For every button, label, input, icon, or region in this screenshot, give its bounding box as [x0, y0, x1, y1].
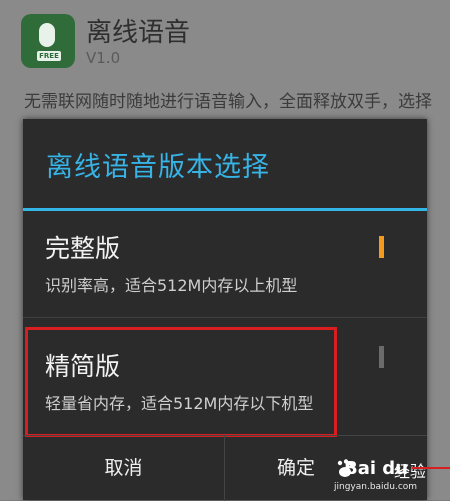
- unselected-indicator: [379, 346, 384, 368]
- option-description: 识别率高，适合512M内存以上机型: [45, 276, 298, 295]
- selected-indicator: [379, 236, 384, 258]
- red-annotation-line: [412, 467, 450, 469]
- free-badge: FREE: [37, 51, 61, 61]
- watermark-suffix: 经验: [394, 462, 427, 481]
- option-divider: [23, 317, 427, 318]
- option-full-version[interactable]: 完整版 识别率高，适合512M内存以上机型: [23, 213, 427, 318]
- option-name: 完整版: [45, 234, 121, 263]
- version-select-dialog: 离线语音版本选择 完整版 识别率高，适合512M内存以上机型 精简版 轻量省内存…: [23, 119, 427, 501]
- watermark-url: jingyan.baidu.com: [334, 482, 418, 492]
- dialog-title: 离线语音版本选择: [46, 152, 270, 183]
- app-version: V1.0: [86, 49, 121, 67]
- app-title: 离线语音: [86, 18, 191, 48]
- microphone-icon: [39, 23, 55, 47]
- title-divider: [23, 208, 427, 211]
- cancel-button[interactable]: 取消: [23, 436, 224, 501]
- app-icon: FREE: [21, 14, 75, 68]
- baidu-watermark: Bai du 经验 jingyan.baidu.com: [334, 450, 450, 498]
- highlight-annotation-box: [25, 327, 337, 437]
